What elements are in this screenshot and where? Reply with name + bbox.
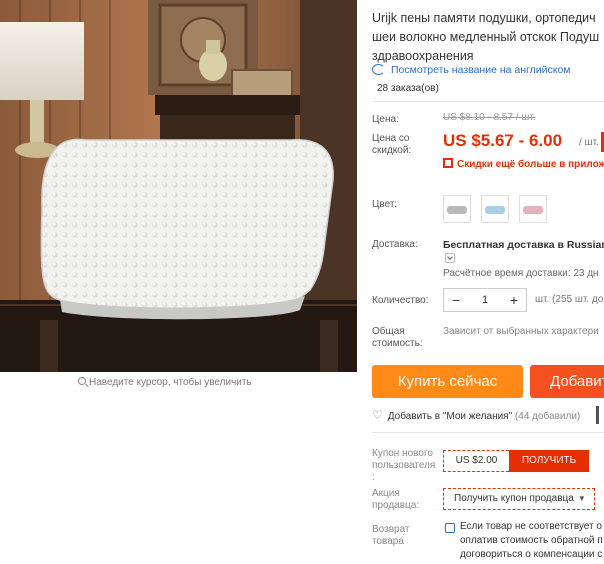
quantity-decrease-button[interactable]: − [444, 289, 468, 311]
quantity-stepper: − 1 + [443, 288, 527, 312]
color-label: Цвет: [372, 199, 398, 210]
magnifier-icon [78, 377, 86, 385]
discount-price: US $5.67 - 6.00 [443, 131, 563, 150]
return-line: Если товар не соответствует о [460, 521, 602, 532]
wishlist-label[interactable]: Добавить в "Мои желания" [388, 411, 512, 422]
return-label: Возврат товара [372, 524, 410, 547]
app-promo-link[interactable]: Скидки ещё больше в приложе [443, 158, 604, 170]
color-swatch-pink[interactable] [519, 195, 547, 223]
product-title: Urijk пены памяти подушки, ортопедич шеи… [372, 9, 604, 66]
quantity-input[interactable]: 1 [468, 289, 502, 311]
return-policy-text: Если товар не соответствует о оплатив ст… [460, 520, 603, 562]
translate-title-link[interactable]: Посмотреть название на английском [372, 64, 571, 76]
zoom-hint: Наведите курсор, чтобы увеличить [78, 377, 252, 388]
product-title-line: Urijk пены памяти подушки, ортопедич [372, 11, 596, 25]
return-policy-icon [445, 523, 455, 533]
app-promo-text[interactable]: Скидки ещё больше в приложе [457, 159, 604, 170]
seller-coupon-dropdown[interactable]: Получить купон продавца ▼ [443, 488, 595, 510]
qr-code-icon [443, 158, 453, 168]
per-unit: / шт. [579, 137, 599, 148]
shipping-label: Доставка: [372, 239, 418, 250]
chevron-down-icon[interactable] [445, 253, 455, 263]
color-swatch-blue[interactable] [481, 195, 509, 223]
price-label: Цена: [372, 114, 399, 125]
seller-coupon-text[interactable]: Получить купон продавца [454, 493, 574, 504]
quantity-note: шт. (255 шт. до [535, 294, 604, 305]
add-to-cart-button[interactable]: Добавит [530, 365, 604, 398]
discount-price-label: Цена со скидкой: [372, 133, 412, 156]
color-swatch-grey[interactable] [443, 195, 471, 223]
pillow-photo [0, 0, 357, 372]
seller-promo-label: Акция продавца: [372, 488, 420, 511]
orders-count: 28 заказа(ов) [377, 83, 439, 94]
delivery-time: Расчётное время доставки: 23 дн [443, 268, 599, 279]
wishlist-tag [596, 406, 599, 424]
caret-down-icon: ▼ [577, 494, 586, 503]
heart-icon: ♡ [372, 408, 383, 422]
total-label: Общая стоимость: [372, 326, 423, 349]
translate-icon [372, 64, 385, 75]
divider [372, 432, 604, 433]
return-line: договориться о компенсации с [460, 549, 603, 560]
shipping-method[interactable]: Бесплатная доставка в Russian F [443, 239, 604, 251]
divider [372, 101, 604, 102]
return-line: оплатив стоимость обратной п [460, 535, 603, 546]
product-title-line: шеи волокно медленный отскок Подуш [372, 30, 600, 44]
zoom-hint-text: Наведите курсор, чтобы увеличить [89, 377, 252, 388]
product-info-panel: Urijk пены памяти подушки, ортопедич шеи… [357, 0, 604, 564]
quantity-increase-button[interactable]: + [502, 289, 526, 311]
wishlist-count: (44 добавили) [514, 411, 581, 422]
add-to-wishlist-link[interactable]: ♡ Добавить в "Мои желания" (44 добавили) [372, 408, 580, 422]
new-user-coupon-amount: US $2.00 [443, 450, 509, 472]
old-price: US $8.10 - 8.57 / шт. [443, 112, 536, 123]
new-user-coupon-label: Купон нового пользователя : [372, 448, 436, 483]
translate-link-text[interactable]: Посмотреть название на английском [391, 64, 571, 76]
quantity-label: Количество: [372, 295, 429, 306]
product-image[interactable] [0, 0, 357, 372]
buy-now-button[interactable]: Купить сейчас [372, 365, 523, 398]
get-coupon-button[interactable]: ПОЛУЧИТЬ [509, 450, 589, 472]
total-value: Зависит от выбранных характери [443, 326, 599, 337]
